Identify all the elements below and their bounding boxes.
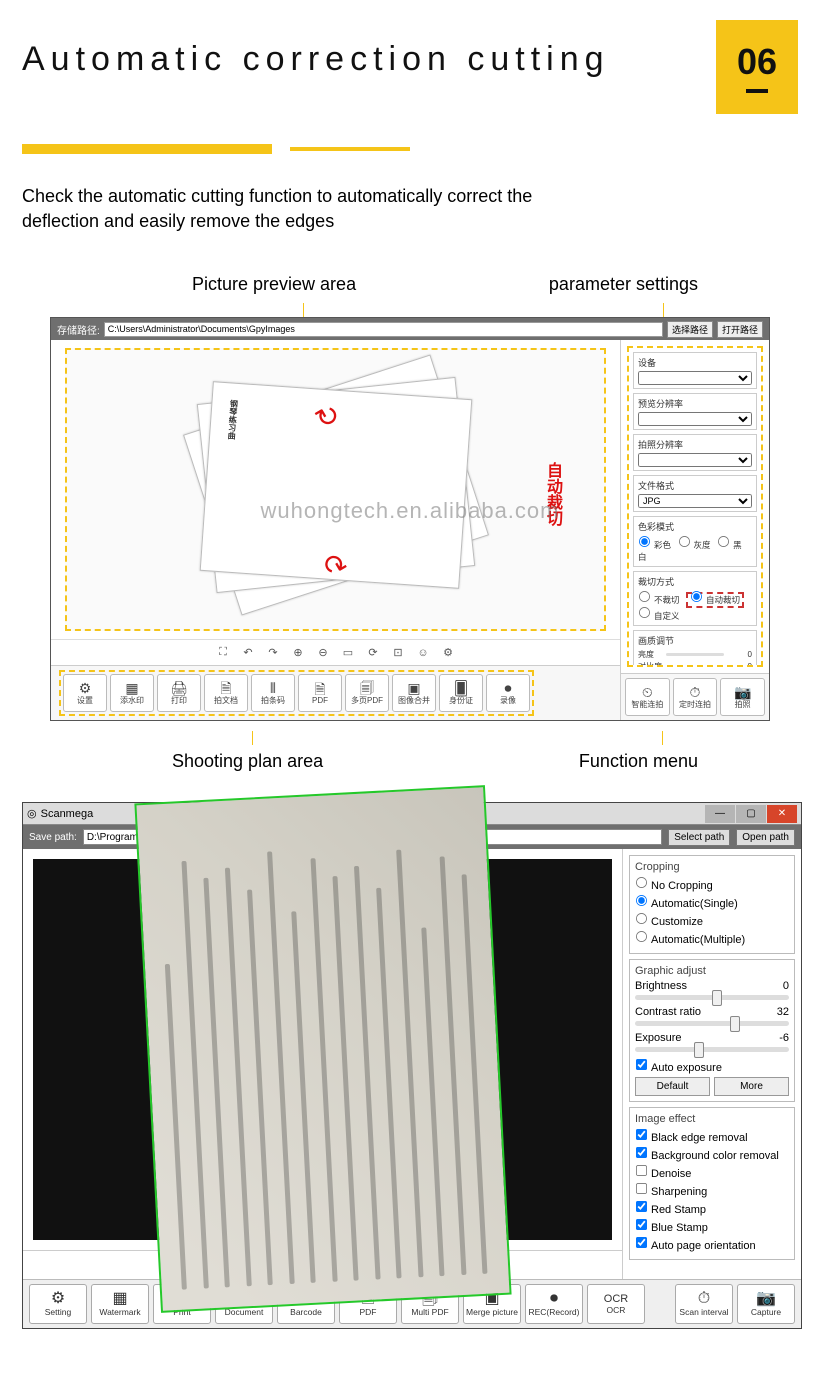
select-path-button[interactable]: Select path	[668, 829, 730, 846]
annotation-fn: Function menu	[579, 751, 698, 772]
brightness-slider[interactable]	[635, 995, 789, 1000]
multipdf-button[interactable]: 🗐多页PDF	[345, 674, 389, 712]
app-logo-icon: ◎	[27, 807, 37, 820]
watermark-button[interactable]: ▦添水印	[110, 674, 154, 712]
zoom-out-icon[interactable]: ⊖	[316, 645, 331, 660]
minimize-button[interactable]: —	[705, 805, 735, 823]
capture-res-select[interactable]	[638, 453, 752, 467]
description-text: Check the automatic cutting function to …	[22, 184, 552, 234]
rotate-icon[interactable]: ⟳	[366, 645, 381, 660]
preview-res-select[interactable]	[638, 412, 752, 426]
customize-radio[interactable]: Customize	[635, 912, 789, 928]
open-path-button[interactable]: 打开路径	[717, 321, 763, 338]
barcode-button[interactable]: ⦀拍条码	[251, 674, 295, 712]
detected-page	[134, 786, 511, 1313]
select-path-button[interactable]: 选择路径	[667, 321, 713, 338]
autoexposure-checkbox[interactable]: Auto exposure	[635, 1058, 789, 1074]
live-preview	[33, 859, 612, 1240]
contrast-slider[interactable]	[666, 665, 724, 667]
pdf-button[interactable]: 🗎PDF	[298, 674, 342, 712]
settings-panel: Cropping No Cropping Automatic(Single) C…	[623, 849, 801, 1279]
redstamp-checkbox[interactable]: Red Stamp	[635, 1200, 789, 1216]
shooting-plan-area: ⚙设置 ▦添水印 🖨打印 🗎拍文档 ⦀拍条码 🗎PDF 🗐多页PDF ▣图像合并…	[59, 670, 534, 716]
scaninterval-button[interactable]: ⏱Scan interval	[675, 1284, 733, 1324]
automulti-radio[interactable]: Automatic(Multiple)	[635, 930, 789, 946]
record-button[interactable]: ⏺录像	[486, 674, 530, 712]
document-button[interactable]: 🗎拍文档	[204, 674, 248, 712]
zoom-in-icon[interactable]: ⊕	[291, 645, 306, 660]
face-icon[interactable]: ☺	[416, 645, 431, 660]
brightness-slider[interactable]	[666, 653, 724, 656]
nocrop-radio[interactable]: No Cropping	[635, 876, 789, 892]
setting-button[interactable]: ⚙Setting	[29, 1284, 87, 1324]
device-select[interactable]	[638, 371, 752, 385]
smart-burst-button[interactable]: ⏲智能连拍	[625, 678, 670, 716]
bluestamp-checkbox[interactable]: Blue Stamp	[635, 1218, 789, 1234]
capture-button[interactable]: 📷Capture	[737, 1284, 795, 1324]
redo-icon[interactable]: ↷	[266, 645, 281, 660]
open-path-button[interactable]: Open path	[736, 829, 795, 846]
autocrop-radio[interactable]: 自动裁切	[686, 592, 744, 608]
denoise-checkbox[interactable]: Denoise	[635, 1164, 789, 1180]
close-button[interactable]: ✕	[767, 805, 797, 823]
color-radio[interactable]: 彩色	[638, 540, 671, 550]
format-select[interactable]: JPG	[638, 494, 752, 508]
contrast-slider[interactable]	[635, 1021, 789, 1026]
settings-button[interactable]: ⚙设置	[63, 674, 107, 712]
maximize-button[interactable]: ▢	[736, 805, 766, 823]
print-button[interactable]: 🖨打印	[157, 674, 201, 712]
record-button[interactable]: ⏺REC(Record)	[525, 1284, 583, 1324]
exposure-slider[interactable]	[635, 1047, 789, 1052]
app1-window: 存储路径: 选择路径 打开路径 钢琴练习曲 ↻ ↻ 自动裁切	[50, 317, 770, 721]
gray-radio[interactable]: 灰度	[678, 540, 711, 550]
nocrop-radio[interactable]: 不裁切	[638, 595, 680, 605]
watermark-button[interactable]: ▦Watermark	[91, 1284, 149, 1324]
timer-burst-button[interactable]: ⏱定时连拍	[673, 678, 718, 716]
default-button[interactable]: Default	[635, 1077, 710, 1096]
idcard-button[interactable]: 🂠身份证	[439, 674, 483, 712]
more-button[interactable]: More	[714, 1077, 789, 1096]
preview-toolbar: ⛶ ↶ ↷ ⊕ ⊖ ▭ ⟳ ⊡ ☺ ⚙	[51, 639, 620, 665]
merge-button[interactable]: ▣图像合并	[392, 674, 436, 712]
bgremoval-checkbox[interactable]: Background color removal	[635, 1146, 789, 1162]
custom-radio[interactable]: 自定义	[638, 611, 680, 621]
path-label: 存储路径:	[57, 322, 100, 337]
fit-icon[interactable]: ⊡	[391, 645, 406, 660]
watermark-text: wuhongtech.en.alibaba.com	[261, 498, 560, 524]
preview-area: 钢琴练习曲 ↻ ↻ 自动裁切	[65, 348, 606, 631]
ocr-button[interactable]: OCROCR	[587, 1284, 645, 1324]
sharpen-checkbox[interactable]: Sharpening	[635, 1182, 789, 1198]
page-title: Automatic correction cutting	[22, 20, 716, 79]
path-input[interactable]	[104, 322, 663, 337]
annotation-plan: Shooting plan area	[172, 751, 323, 772]
undo-icon[interactable]: ↶	[241, 645, 256, 660]
annotation-params: parameter settings	[549, 274, 698, 295]
parameter-panel: 设备 预览分辨率 拍照分辨率 文件格式JPG 色彩模式 彩色 灰度 黑白 裁切方…	[627, 346, 763, 667]
autosingle-radio[interactable]: Automatic(Single)	[635, 894, 789, 910]
capture-button[interactable]: 📷拍照	[720, 678, 765, 716]
app2-window: ◎ Scanmega — ▢ ✕ Save path: Select path …	[22, 802, 802, 1329]
blackedge-checkbox[interactable]: Black edge removal	[635, 1128, 789, 1144]
accent-bar	[22, 144, 798, 154]
annotation-preview: Picture preview area	[192, 274, 356, 295]
fullscreen-icon[interactable]: ⛶	[216, 645, 231, 660]
section-number: 06	[716, 20, 798, 114]
save-path-label: Save path:	[29, 832, 77, 843]
gear-icon[interactable]: ⚙	[441, 645, 456, 660]
crop-icon[interactable]: ▭	[341, 645, 356, 660]
autoorient-checkbox[interactable]: Auto page orientation	[635, 1236, 789, 1252]
